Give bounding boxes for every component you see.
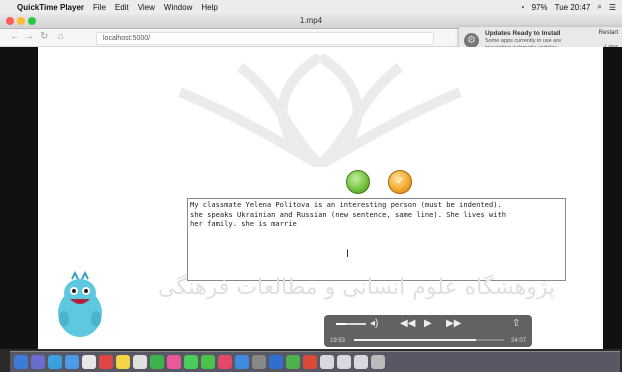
notes-icon[interactable]: [116, 355, 130, 369]
reload-icon[interactable]: ↻: [40, 31, 48, 42]
web-page-content: ✓ My classmate Yelena Politova is an int…: [38, 47, 603, 349]
menu-app-name[interactable]: QuickTime Player: [17, 3, 84, 12]
blue-monster-mascot: [58, 271, 102, 337]
video-letterbox-right: [603, 47, 622, 349]
rewind-icon[interactable]: ◀◀: [400, 318, 415, 329]
play-icon[interactable]: ▶: [424, 318, 432, 329]
messages-icon[interactable]: [184, 355, 198, 369]
close-window-button[interactable]: [6, 17, 14, 25]
back-icon[interactable]: ←: [10, 31, 20, 42]
launchpad-icon[interactable]: [31, 355, 45, 369]
word-icon[interactable]: [269, 355, 283, 369]
reminders-icon[interactable]: [133, 355, 147, 369]
battery-percent[interactable]: 97%: [532, 3, 548, 12]
current-time: 19:53: [330, 338, 346, 344]
fast-forward-icon[interactable]: ▶▶: [446, 318, 461, 329]
gear-icon: ⚙: [464, 33, 479, 48]
menu-help[interactable]: Help: [201, 3, 217, 12]
macos-dock: [10, 351, 620, 372]
duration: 24:07: [510, 338, 526, 344]
watermark-arabic-text: پژوهشگاه علوم انسانی و مطالعات فرهنگی: [158, 275, 556, 300]
volume-level: [336, 323, 346, 325]
zoom-window-button[interactable]: [28, 17, 36, 25]
document-icon[interactable]: [354, 355, 368, 369]
mail-icon[interactable]: [65, 355, 79, 369]
calendar-icon[interactable]: [99, 355, 113, 369]
contacts-icon[interactable]: [82, 355, 96, 369]
video-filename: 1.mp4: [299, 16, 323, 25]
safari-icon[interactable]: [48, 355, 62, 369]
search-icon[interactable]: ⌕: [597, 2, 601, 12]
record-button[interactable]: [346, 170, 370, 194]
finder-icon[interactable]: [14, 355, 28, 369]
minimize-window-button[interactable]: [17, 17, 25, 25]
menubar-status-area: ◔ 97% Tue 20:47 ⌕ ☰: [513, 0, 616, 14]
check-button[interactable]: ✓: [388, 170, 412, 194]
menu-list-icon[interactable]: ☰: [609, 3, 616, 12]
essay-textarea[interactable]: My classmate Yelena Politova is an inter…: [187, 198, 566, 281]
facetime-icon[interactable]: [201, 355, 215, 369]
system-preferences-icon[interactable]: [252, 355, 266, 369]
maps-icon[interactable]: [150, 355, 164, 369]
pdf-icon[interactable]: [303, 355, 317, 369]
text-cursor-icon: I: [346, 248, 350, 260]
share-icon[interactable]: ⇧: [512, 318, 520, 329]
macos-menubar: QuickTime Player File Edit View Window H…: [0, 0, 622, 15]
menu-window[interactable]: Window: [164, 3, 192, 12]
trash-icon[interactable]: [371, 355, 385, 369]
app-store-icon[interactable]: [235, 355, 249, 369]
document-icon[interactable]: [337, 355, 351, 369]
url-bar[interactable]: localhost:5000/: [96, 32, 434, 45]
watermark-logo: [178, 52, 462, 167]
video-letterbox-left: [0, 47, 38, 349]
excel-icon[interactable]: [286, 355, 300, 369]
music-icon[interactable]: [218, 355, 232, 369]
scrubber-progress: [354, 339, 476, 341]
menu-edit[interactable]: Edit: [115, 3, 129, 12]
menu-view[interactable]: View: [138, 3, 155, 12]
notification-title: Updates Ready to Install: [485, 30, 561, 37]
speaker-icon[interactable]: ◂): [370, 318, 378, 329]
wifi-icon[interactable]: ◔: [520, 3, 525, 12]
restart-button[interactable]: Restart: [599, 30, 618, 36]
playback-controls: ◂) ◀◀ ▶ ▶▶ ⇧ 19:53 24:07: [324, 315, 532, 347]
document-icon[interactable]: [320, 355, 334, 369]
forward-icon[interactable]: →: [24, 31, 34, 42]
home-icon[interactable]: ⌂: [58, 31, 64, 42]
clock[interactable]: Tue 20:47: [555, 3, 591, 12]
menu-file[interactable]: File: [93, 3, 106, 12]
photos-icon[interactable]: [167, 355, 181, 369]
